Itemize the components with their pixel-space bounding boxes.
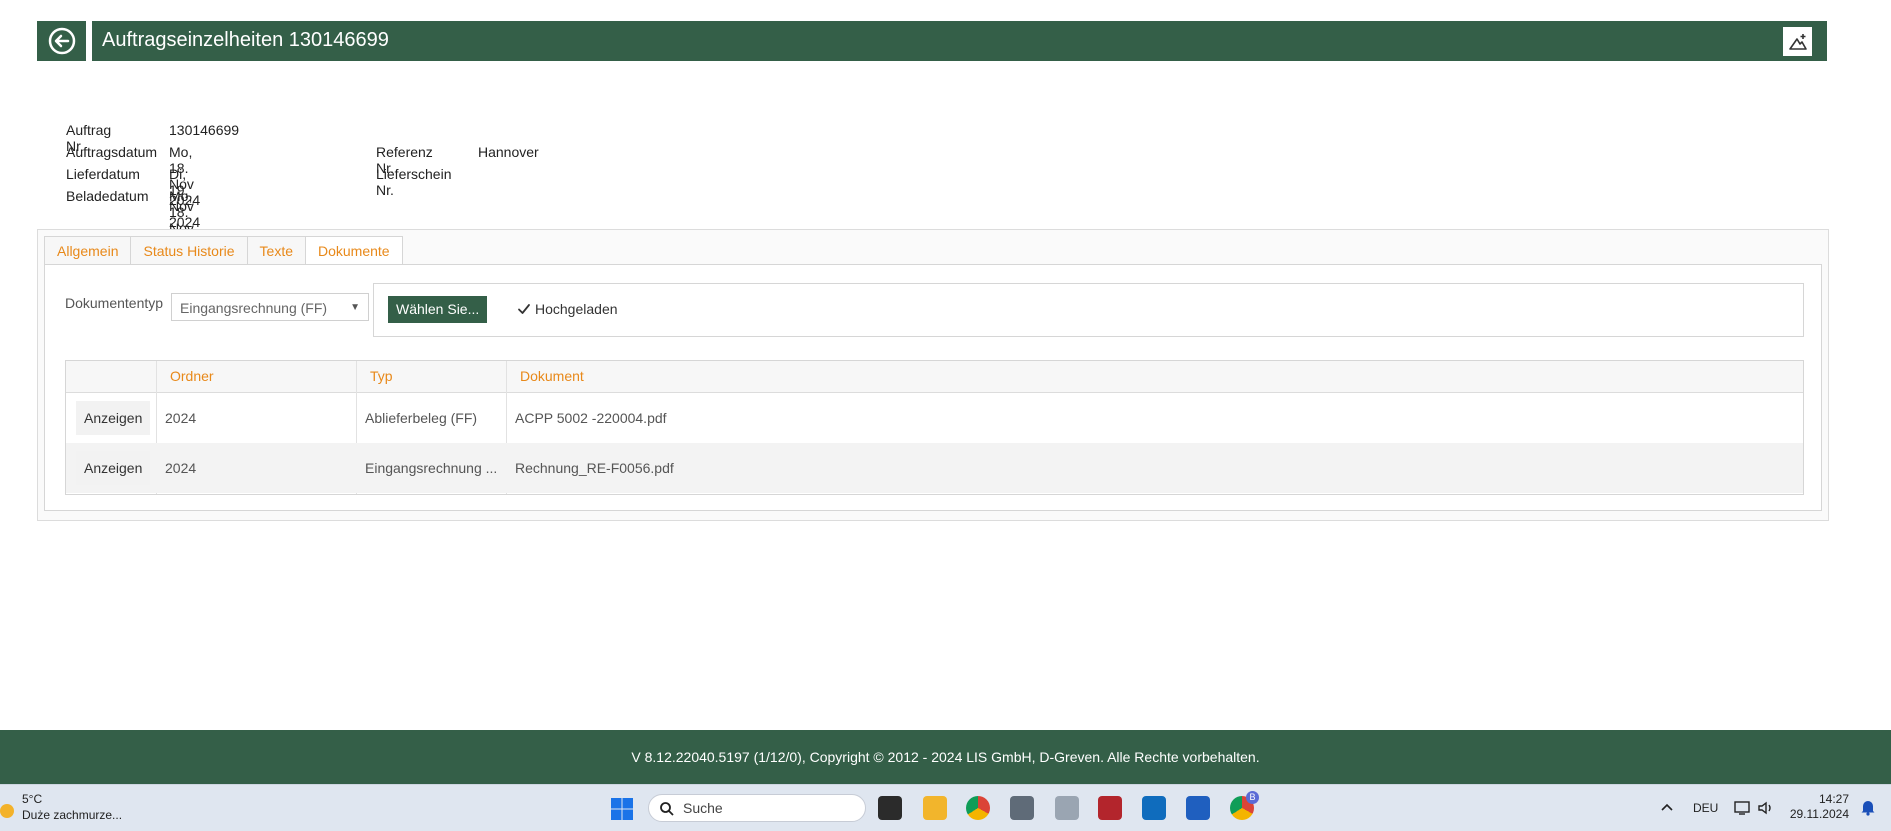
chrome-profile-icon[interactable]: B [1230, 791, 1259, 820]
label-auftragsdatum: Auftragsdatum [66, 144, 158, 160]
system-clock[interactable]: 14:27 29.11.2024 [1790, 792, 1849, 822]
weather-sun-icon [0, 804, 14, 818]
mountain-plus-icon [1788, 33, 1807, 50]
access-icon[interactable] [1098, 796, 1122, 820]
table-row: Anzeigen 2024 Ablieferbeleg (FF) ACPP 50… [66, 393, 1803, 443]
outlook-icon[interactable] [1142, 796, 1166, 820]
label-lieferdatum: Lieferdatum [66, 166, 140, 182]
weather-temperature: 5°C [22, 792, 43, 806]
value-referenz-nr: Hannover [478, 144, 539, 160]
language-indicator[interactable]: DEU [1693, 785, 1718, 831]
task-view-icon[interactable] [878, 796, 902, 820]
network-icon[interactable] [1734, 800, 1752, 816]
taskbar: 5°C Duże zachmurze... Suche B DEU 14:27 [0, 784, 1891, 831]
cell-dokument: Rechnung_RE-F0056.pdf [515, 460, 674, 476]
footer: V 8.12.22040.5197 (1/12/0), Copyright © … [0, 730, 1891, 784]
upload-area: Wählen Sie... Hochgeladen [373, 283, 1804, 337]
table-header: Ordner Typ Dokument [66, 361, 1803, 393]
tab-texte[interactable]: Texte [246, 236, 306, 265]
column-header-typ[interactable]: Typ [370, 361, 393, 392]
document-type-value: Eingangsrechnung (FF) [180, 300, 328, 316]
windows-start-icon[interactable] [610, 797, 634, 821]
cell-typ: Ablieferbeleg (FF) [365, 410, 478, 426]
copyright-text: V 8.12.22040.5197 (1/12/0), Copyright © … [631, 749, 1260, 765]
tab-allgemein[interactable]: Allgemein [44, 236, 132, 265]
back-arrow-icon [48, 27, 75, 55]
chevron-up-icon[interactable] [1660, 801, 1674, 815]
upload-status: Hochgeladen [517, 299, 618, 319]
details-panel: Allgemein Status Historie Texte Dokument… [37, 229, 1829, 521]
label-beladedatum: Beladedatum [66, 188, 149, 204]
column-header-dokument[interactable]: Dokument [520, 361, 584, 392]
cell-ordner: 2024 [165, 410, 197, 426]
notification-bell-icon[interactable] [1859, 798, 1877, 816]
value-auftrag-nr: 130146699 [169, 122, 240, 138]
volume-icon[interactable] [1757, 800, 1775, 816]
label-lieferschein-nr: Lieferschein Nr. [376, 166, 452, 198]
tab-dokumente[interactable]: Dokumente [305, 236, 403, 265]
show-document-button[interactable]: Anzeigen [76, 401, 151, 435]
header-action-button[interactable] [1783, 27, 1812, 56]
word-icon[interactable] [1186, 796, 1210, 820]
documents-tab-content: Dokumententyp Eingangsrechnung (FF) ▼ Wä… [44, 264, 1822, 511]
weather-description: Duże zachmurze... [22, 808, 123, 822]
tab-bar: Allgemein Status Historie Texte Dokument… [44, 236, 403, 265]
search-placeholder: Suche [683, 800, 723, 816]
cell-dokument: ACPP 5002 -220004.pdf [515, 410, 667, 426]
file-explorer-icon[interactable] [923, 796, 947, 820]
chrome-profile-badge: B [1246, 791, 1259, 804]
cell-ordner: 2024 [165, 460, 197, 476]
column-header-ordner[interactable]: Ordner [170, 361, 214, 392]
cell-typ: Eingangsrechnung ... [365, 460, 498, 476]
header-bar: Auftragseinzelheiten 130146699 [92, 21, 1827, 61]
document-type-label: Dokumententyp [65, 295, 164, 311]
back-button[interactable] [37, 21, 86, 61]
dropdown-arrow-icon: ▼ [350, 302, 360, 313]
clock-time: 14:27 [1818, 792, 1849, 806]
chrome-icon[interactable] [966, 796, 990, 820]
clock-date: 29.11.2024 [1789, 807, 1849, 821]
taskbar-search[interactable]: Suche [648, 794, 866, 822]
show-document-button[interactable]: Anzeigen [76, 451, 151, 485]
checkmark-icon [518, 304, 530, 314]
document-type-select[interactable]: Eingangsrechnung (FF) ▼ [171, 293, 369, 321]
choose-file-button[interactable]: Wählen Sie... [388, 296, 488, 323]
app-icon[interactable] [1055, 796, 1079, 820]
page-title: Auftragseinzelheiten 130146699 [102, 29, 389, 51]
calculator-icon[interactable] [1010, 796, 1034, 820]
upload-status-text: Hochgeladen [535, 301, 618, 317]
documents-table: Ordner Typ Dokument Anzeigen 2024 Ablief… [65, 360, 1804, 495]
tab-status-historie[interactable]: Status Historie [130, 236, 248, 265]
table-row: Anzeigen 2024 Eingangsrechnung ... Rechn… [66, 443, 1803, 493]
search-icon [660, 802, 674, 816]
